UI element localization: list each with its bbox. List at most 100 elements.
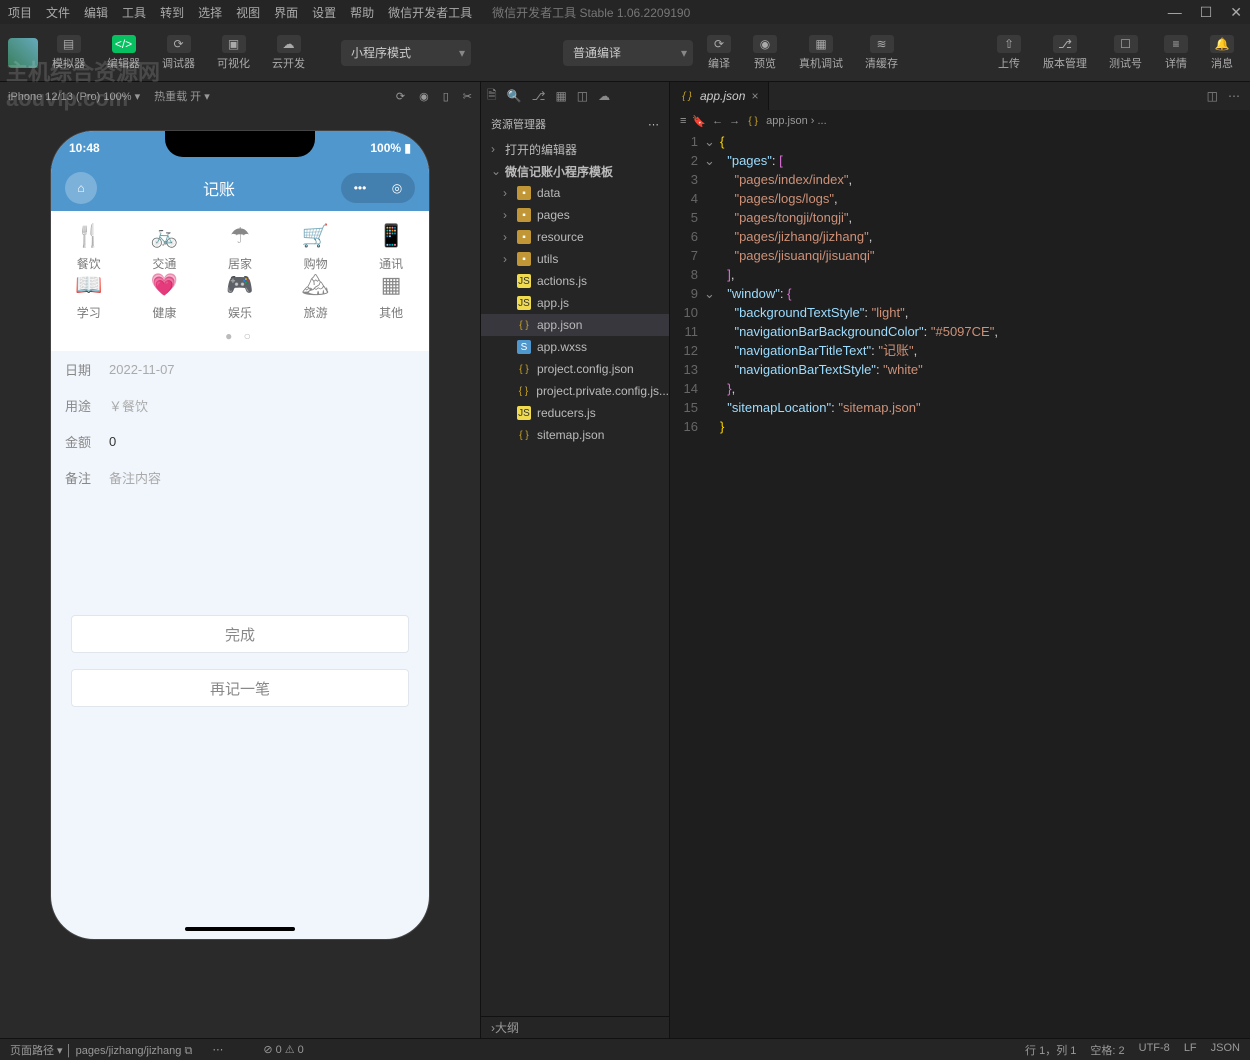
folder-data[interactable]: ›▪data bbox=[481, 182, 669, 204]
record-icon[interactable]: ◉ bbox=[419, 90, 429, 103]
close-icon[interactable]: ✕ bbox=[1230, 4, 1242, 21]
bookmark-icon[interactable]: 🔖 bbox=[692, 115, 706, 128]
cloud-button[interactable]: ☁云开发 bbox=[264, 31, 313, 75]
db-icon[interactable]: ◫ bbox=[577, 89, 588, 103]
menu-tools[interactable]: 工具 bbox=[122, 4, 146, 21]
version-button[interactable]: ⎇版本管理 bbox=[1035, 31, 1095, 75]
cat-home[interactable]: ☂居家 bbox=[202, 223, 278, 272]
simulator-button[interactable]: ▤模拟器 bbox=[44, 31, 93, 75]
compile-button[interactable]: ⟳编译 bbox=[699, 31, 739, 75]
menu-select[interactable]: 选择 bbox=[198, 4, 222, 21]
folder-utils[interactable]: ›▪utils bbox=[481, 248, 669, 270]
menu-goto[interactable]: 转到 bbox=[160, 4, 184, 21]
compile-dropdown[interactable]: 普通编译 bbox=[563, 40, 693, 66]
menu-ui[interactable]: 界面 bbox=[274, 4, 298, 21]
page-path[interactable]: 页面路径 ▾ │ pages/jizhang/jizhang ⧉ bbox=[10, 1042, 192, 1058]
cat-shopping[interactable]: 🛒购物 bbox=[278, 223, 354, 272]
cat-study[interactable]: 📖学习 bbox=[51, 272, 127, 321]
use-field[interactable]: ￥餐饮 bbox=[109, 396, 148, 415]
menu-file[interactable]: 文件 bbox=[46, 4, 70, 21]
clear-cache-button[interactable]: ≋清缓存 bbox=[857, 31, 906, 75]
file-projprivate[interactable]: { }project.private.config.js... bbox=[481, 380, 669, 402]
test-button[interactable]: ☐测试号 bbox=[1101, 31, 1150, 75]
code-lines[interactable]: { "pages": [ "pages/index/index", "pages… bbox=[720, 132, 1250, 436]
code-editor[interactable]: 12345678910111213141516 ⌄⌄⌄ { "pages": [… bbox=[670, 132, 1250, 436]
lang-mode[interactable]: JSON bbox=[1211, 1042, 1240, 1058]
encoding[interactable]: UTF-8 bbox=[1139, 1042, 1170, 1058]
visual-button[interactable]: ▣可视化 bbox=[209, 31, 258, 75]
outline-section[interactable]: › 大纲 bbox=[481, 1016, 669, 1038]
again-button[interactable]: 再记一笔 bbox=[71, 669, 409, 707]
ext-icon[interactable]: ▦ bbox=[555, 89, 566, 103]
preview-button[interactable]: ◉预览 bbox=[745, 31, 785, 75]
eol[interactable]: LF bbox=[1184, 1042, 1197, 1058]
fold-gutter[interactable]: ⌄⌄⌄ bbox=[704, 132, 720, 436]
use-label: 用途 bbox=[65, 396, 109, 415]
cat-travel[interactable]: 🏔旅游 bbox=[278, 272, 354, 321]
menu-help[interactable]: 帮助 bbox=[350, 4, 374, 21]
files-icon[interactable]: 🗎 bbox=[487, 86, 497, 107]
minimize-icon[interactable]: — bbox=[1168, 4, 1182, 21]
split-icon[interactable]: ◫ bbox=[1207, 89, 1218, 103]
tab-close-icon[interactable]: × bbox=[751, 89, 758, 103]
file-projconfig[interactable]: { }project.config.json bbox=[481, 358, 669, 380]
more-status-icon[interactable]: ⋯ bbox=[212, 1043, 223, 1056]
search-icon[interactable]: 🔍 bbox=[507, 89, 522, 103]
fwd-icon[interactable]: → bbox=[729, 115, 740, 127]
indent[interactable]: 空格: 2 bbox=[1090, 1042, 1124, 1058]
cat-fun[interactable]: 🎮娱乐 bbox=[202, 272, 278, 321]
amount-field[interactable]: 0 bbox=[109, 434, 116, 449]
back-icon[interactable]: ← bbox=[712, 115, 723, 127]
menu-settings[interactable]: 设置 bbox=[312, 4, 336, 21]
menu-project[interactable]: 项目 bbox=[8, 4, 32, 21]
more-icon[interactable]: ••• bbox=[354, 181, 367, 195]
cat-transport[interactable]: 🚲交通 bbox=[127, 223, 203, 272]
list-icon[interactable]: ≡ bbox=[680, 115, 686, 127]
cloud-icon[interactable]: ☁ bbox=[598, 89, 610, 103]
target-icon[interactable]: ◎ bbox=[392, 181, 402, 195]
date-field[interactable]: 2022-11-07 bbox=[109, 362, 175, 377]
remote-debug-button[interactable]: ▦真机调试 bbox=[791, 31, 851, 75]
folder-pages[interactable]: ›▪pages bbox=[481, 204, 669, 226]
debugger-button[interactable]: ⟳调试器 bbox=[154, 31, 203, 75]
rotate-icon[interactable]: ⟳ bbox=[396, 90, 405, 103]
file-actions[interactable]: JSactions.js bbox=[481, 270, 669, 292]
file-appwxss[interactable]: Sapp.wxss bbox=[481, 336, 669, 358]
breadcrumb[interactable]: ≡ 🔖 ← → { }app.json › ... bbox=[670, 110, 1250, 132]
device-selector[interactable]: iPhone 12/13 (Pro) 100% ▾ bbox=[8, 90, 140, 103]
file-appjs[interactable]: JSapp.js bbox=[481, 292, 669, 314]
project-root[interactable]: ⌄微信记账小程序模板 bbox=[481, 160, 669, 182]
git-icon[interactable]: ⎇ bbox=[532, 89, 546, 103]
cat-health[interactable]: 💗健康 bbox=[127, 272, 203, 321]
file-appjson[interactable]: { }app.json bbox=[481, 314, 669, 336]
problems[interactable]: ⊘ 0 ⚠ 0 bbox=[263, 1043, 303, 1056]
capsule[interactable]: ••• ◎ bbox=[341, 173, 415, 203]
cat-food[interactable]: 🍴餐饮 bbox=[51, 223, 127, 272]
file-sitemap[interactable]: { }sitemap.json bbox=[481, 424, 669, 446]
editor-more-icon[interactable]: ⋯ bbox=[1228, 89, 1240, 103]
mode-dropdown[interactable]: 小程序模式 bbox=[341, 40, 471, 66]
cursor-pos[interactable]: 行 1，列 1 bbox=[1025, 1042, 1076, 1058]
editor-button[interactable]: </>编辑器 bbox=[99, 31, 148, 75]
menu-devtools[interactable]: 微信开发者工具 bbox=[388, 4, 472, 21]
detail-button[interactable]: ≡详情 bbox=[1156, 31, 1196, 75]
maximize-icon[interactable]: ☐ bbox=[1200, 4, 1213, 21]
menu-edit[interactable]: 编辑 bbox=[84, 4, 108, 21]
cat-comm[interactable]: 📱通讯 bbox=[353, 223, 429, 272]
done-button[interactable]: 完成 bbox=[71, 615, 409, 653]
cut-icon[interactable]: ✂ bbox=[463, 90, 472, 103]
menu-view[interactable]: 视图 bbox=[236, 4, 260, 21]
folder-resource[interactable]: ›▪resource bbox=[481, 226, 669, 248]
explorer-more-icon[interactable]: ⋯ bbox=[648, 118, 659, 131]
home-icon[interactable]: ⌂ bbox=[65, 172, 97, 204]
avatar[interactable] bbox=[8, 38, 38, 68]
cat-other[interactable]: ▦其他 bbox=[353, 272, 429, 321]
tab-appjson[interactable]: { }app.json× bbox=[670, 82, 769, 110]
message-button[interactable]: 🔔消息 bbox=[1202, 31, 1242, 75]
open-editors[interactable]: ›打开的编辑器 bbox=[481, 138, 669, 160]
file-reducers[interactable]: JSreducers.js bbox=[481, 402, 669, 424]
upload-button[interactable]: ⇧上传 bbox=[989, 31, 1029, 75]
hot-reload[interactable]: 热重载 开 ▾ bbox=[154, 88, 210, 104]
note-field[interactable]: 备注内容 bbox=[109, 468, 161, 487]
phone-icon[interactable]: ▯ bbox=[443, 90, 449, 103]
